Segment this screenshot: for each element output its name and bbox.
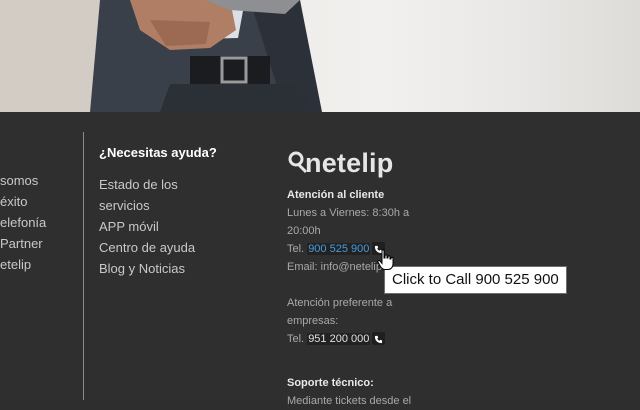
column-divider — [83, 132, 84, 400]
link-help-center[interactable]: Centro de ayuda — [99, 237, 209, 258]
business-title: Atención preferente a empresas: — [287, 297, 393, 327]
footer-link-1[interactable]: somos — [0, 170, 80, 191]
location-pin-icon — [288, 151, 307, 174]
support-title: Soporte técnico: — [287, 377, 374, 389]
footer-link-5[interactable]: etelip — [0, 254, 80, 275]
footer-link-3[interactable]: elefonía — [0, 212, 80, 233]
business-phone-line: Tel. 951 200 000 — [287, 330, 437, 348]
customer-service-title: Atención al cliente — [287, 189, 385, 201]
brand-name: netelip — [305, 148, 394, 178]
footer-link-4[interactable]: Partner — [0, 233, 80, 254]
phone-line: Tel. 900 525 900 — [287, 240, 437, 258]
opening-hours: Lunes a Viernes: 8:30h a 20:00h — [287, 207, 410, 237]
email-link[interactable]: info@netelip — [321, 261, 382, 273]
email-label: Email: — [287, 261, 318, 273]
phone-label: Tel. — [287, 243, 305, 255]
business-phone-link[interactable]: 951 200 000 — [307, 333, 371, 345]
business-phone-label: Tel. — [287, 333, 305, 345]
footer-link-2[interactable]: éxito — [0, 191, 80, 212]
phone-icon[interactable] — [372, 332, 386, 345]
click-to-call-tooltip: Click to Call 900 525 900 — [384, 266, 567, 294]
link-service-status[interactable]: Estado de los servicios — [99, 174, 209, 216]
phone-link[interactable]: 900 525 900 — [307, 243, 371, 255]
link-mobile-app[interactable]: APP móvil — [99, 216, 209, 237]
footer-links-column: somos éxito elefonía Partner etelip — [0, 170, 80, 275]
brand-logo[interactable]: netelip — [287, 130, 437, 178]
hero-image — [0, 0, 640, 112]
link-blog[interactable]: Blog y Noticias — [99, 258, 209, 279]
help-column: ¿Necesitas ayuda? Estado de los servicio… — [99, 144, 259, 279]
support-text: Mediante tickets desde el — [287, 395, 412, 407]
help-title: ¿Necesitas ayuda? — [99, 145, 217, 160]
hand-cursor-icon — [377, 249, 394, 270]
